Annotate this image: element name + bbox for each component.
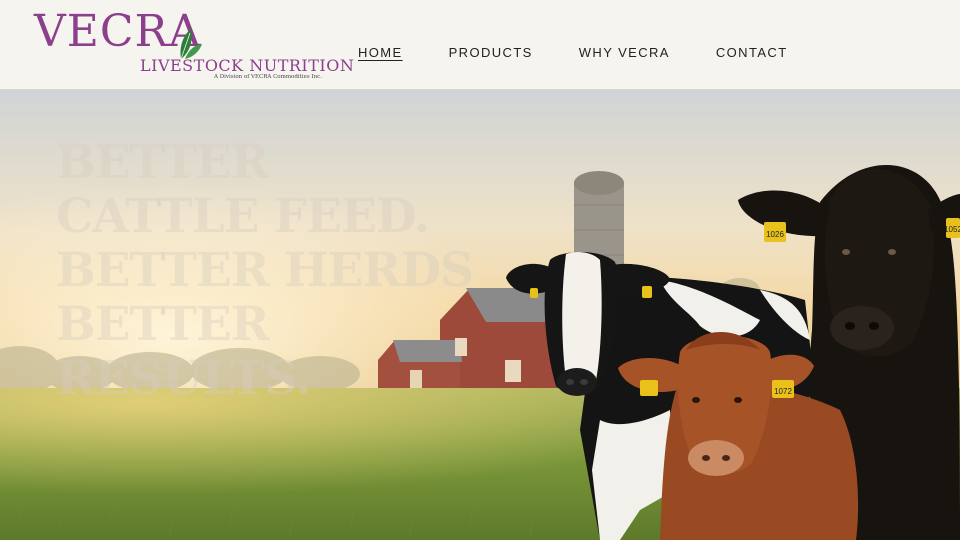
brand-logo[interactable]: VECRA LIVESTOCK NUTRITION A Division of …	[34, 8, 354, 88]
headline-line: BETTER	[56, 297, 270, 352]
logo-division: A Division of VECRA Commodities Inc.	[214, 74, 322, 80]
ear-tag-label: 1052	[944, 225, 960, 234]
headline-line: BETTER HERDS	[56, 243, 474, 298]
nav-contact[interactable]: CONTACT	[716, 46, 788, 60]
hero-headline: BETTER CATTLE FEED. BETTER HERDS BETTER …	[56, 136, 476, 406]
headline-line: BETTER	[56, 135, 270, 190]
site-header: VECRA LIVESTOCK NUTRITION A Division of …	[0, 0, 960, 90]
main-nav: HOME PRODUCTS WHY VECRA CONTACT	[358, 46, 788, 60]
ear-tag-label: 1072	[774, 387, 792, 396]
nav-products[interactable]: PRODUCTS	[449, 46, 533, 60]
headline-line: CATTLE FEED.	[56, 189, 430, 244]
headline-line: RESULTS.	[56, 351, 312, 406]
logo-tagline: LIVESTOCK NUTRITION	[140, 56, 355, 75]
hero-banner: 1026 1052 1072 BETTER CATTLE FEED. BETTE…	[0, 90, 960, 540]
nav-why-vecra[interactable]: WHY VECRA	[579, 46, 670, 60]
ear-tag-label: 1026	[766, 230, 784, 239]
nav-home[interactable]: HOME	[358, 46, 403, 60]
